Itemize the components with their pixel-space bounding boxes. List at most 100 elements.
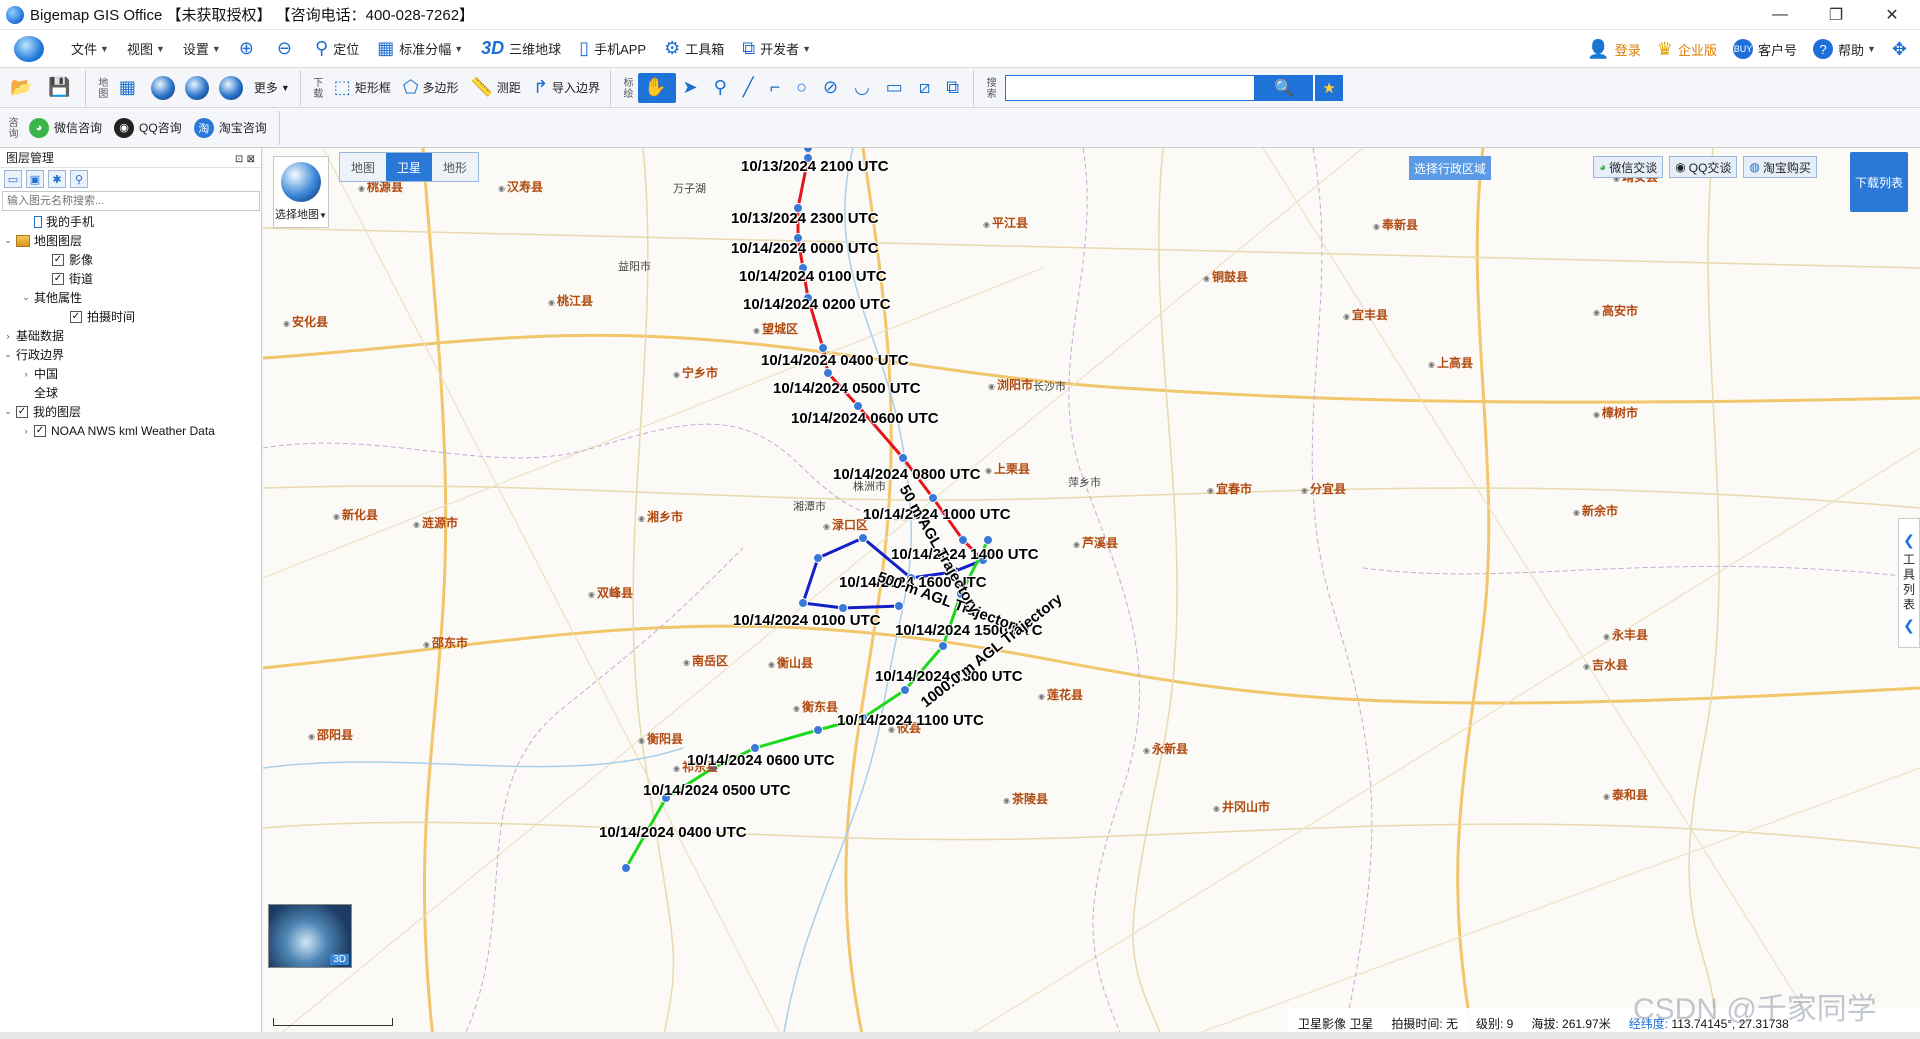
close-icon[interactable]: ⊠ <box>247 154 255 165</box>
search-layer-button[interactable]: ⚲ <box>70 170 88 188</box>
zoom-out-button[interactable]: ⊖ <box>268 30 306 68</box>
chevron-down-icon[interactable]: ⌄ <box>2 235 14 246</box>
layer-tree-item[interactable]: › 基础数据 <box>0 326 261 345</box>
zoom-in-button[interactable]: ⊕ <box>230 30 268 68</box>
layer-checkbox[interactable]: ✓ <box>16 405 28 418</box>
taobao-buy-button[interactable]: ◍ 淘宝购买 <box>1743 156 1817 178</box>
trajectory-point[interactable] <box>798 598 808 608</box>
layer-checkbox[interactable]: ✓ <box>34 424 46 437</box>
trajectory-point[interactable] <box>894 601 904 611</box>
settings-compass-button[interactable]: ✥ <box>1884 30 1920 68</box>
layer-tree-item[interactable]: › 中国 <box>0 364 261 383</box>
mobile-app-button[interactable]: ▯ 手机APP <box>570 30 655 68</box>
wechat-consult-button[interactable]: ◕ 微信咨询 <box>23 117 108 138</box>
trajectory-point[interactable] <box>621 863 631 873</box>
select-map-button[interactable]: 选择地图▼ <box>273 156 329 228</box>
eraser-button[interactable]: ⧄ <box>913 73 940 103</box>
layer-checkbox[interactable]: ✓ <box>52 253 64 266</box>
map-source-button[interactable]: ▦ <box>113 73 146 103</box>
layer-tree-item[interactable]: › ✓ NOAA NWS kml Weather Data <box>0 421 261 440</box>
enterprise-button[interactable]: ♛ 企业版 <box>1649 30 1725 68</box>
menu-view[interactable]: 视图 ▼ <box>118 30 174 68</box>
menu-settings[interactable]: 设置 ▼ <box>174 30 230 68</box>
trajectory-point[interactable] <box>803 148 813 153</box>
layer-tree-item[interactable]: ✓ 影像 <box>0 250 261 269</box>
layer-tree-item[interactable]: ⌄ ✓ 我的图层 <box>0 402 261 421</box>
polyline-button[interactable]: ⌐ <box>764 73 791 103</box>
trajectory-point[interactable] <box>813 553 823 563</box>
help-button[interactable]: ? 帮助 ▼ <box>1805 30 1884 68</box>
select-region-button[interactable]: 选择行政区域 <box>1409 156 1491 180</box>
side-tools-panel[interactable]: ❮ 工具列表 ❮ <box>1898 518 1920 648</box>
globe-icon[interactable] <box>150 75 175 100</box>
tab-map[interactable]: 地图 <box>340 153 386 181</box>
qq-chat-button[interactable]: ◉ QQ交谈 <box>1669 156 1738 178</box>
circle-button[interactable]: ○ <box>790 73 817 103</box>
wechat-chat-button[interactable]: ◕ 微信交谈 <box>1593 156 1664 178</box>
search-input[interactable] <box>1005 74 1256 101</box>
pin-icon[interactable]: ⊡ <box>235 154 243 165</box>
layer-checkbox[interactable]: ✓ <box>70 310 82 323</box>
locate-button[interactable]: ⚲ 定位 <box>306 30 368 68</box>
trajectory-point[interactable] <box>900 685 910 695</box>
globe-icon[interactable] <box>184 75 209 100</box>
trajectory-point[interactable] <box>983 535 993 545</box>
qq-consult-button[interactable]: ◉ QQ咨询 <box>108 117 188 138</box>
marker-button[interactable]: ⚲ <box>708 73 737 103</box>
standard-sheet-button[interactable]: ▦ 标准分幅 ▼ <box>368 30 472 68</box>
trajectory-point[interactable] <box>958 535 968 545</box>
line-button[interactable]: ╱ <box>737 73 764 103</box>
taobao-consult-button[interactable]: 淘淘宝咨询 <box>188 117 273 138</box>
maximize-button[interactable]: ❐ <box>1808 0 1864 30</box>
layer-search-input[interactable] <box>2 191 260 211</box>
download-list-button[interactable]: 下载列表 <box>1850 152 1908 212</box>
layer-tree-item[interactable]: 我的手机 <box>0 212 261 231</box>
tab-terrain[interactable]: 地形 <box>432 153 478 181</box>
trajectory-point[interactable] <box>898 453 908 463</box>
trajectory-point[interactable] <box>858 533 868 543</box>
layer-checkbox[interactable]: ✓ <box>52 272 64 285</box>
chevron-right-icon[interactable]: › <box>20 369 32 379</box>
open-folder-button[interactable]: ▭ <box>4 170 22 188</box>
minimize-button[interactable]: — <box>1752 0 1808 30</box>
trajectory-point[interactable] <box>928 493 938 503</box>
curve-button[interactable]: ◡ <box>848 73 880 103</box>
layer-tree-item[interactable]: 全球 <box>0 383 261 402</box>
bigemap-logo-icon[interactable] <box>14 35 44 62</box>
3d-earth-button[interactable]: 3D 三维地球 <box>472 30 570 68</box>
minimap-3d-button[interactable]: 3D <box>268 904 352 968</box>
close-button[interactable]: ✕ <box>1864 0 1920 30</box>
measure-button[interactable]: 📏 测距 <box>465 73 527 103</box>
settings-layer-button[interactable]: ✱ <box>48 170 66 188</box>
pan-hand-button[interactable]: ✋ <box>638 72 677 103</box>
polygon-select-button[interactable]: ⬠ 多边形 <box>397 73 465 103</box>
customer-button[interactable]: BUY 客户号 <box>1725 30 1805 68</box>
map-view[interactable]: 桃源县汉寿县万子湖桃江县益阳市望城区宁乡市安化县平江县铜鼓县奉新县靖安县宜丰县高… <box>263 148 1920 1039</box>
layer-tree-item[interactable]: ⌄ 行政边界 <box>0 345 261 364</box>
rectangle-button[interactable]: ▭ <box>880 73 913 103</box>
annotation-button[interactable]: ⧉ <box>940 73 969 103</box>
menu-file[interactable]: 文件 ▼ <box>62 30 118 68</box>
layer-tree-item[interactable]: ⌄ 其他属性 <box>0 288 261 307</box>
trajectory-point[interactable] <box>823 368 833 378</box>
more-button[interactable]: 更多 ▼ <box>248 73 296 103</box>
search-button[interactable]: 🔍 <box>1255 74 1314 101</box>
save-layer-button[interactable]: ▣ <box>26 170 44 188</box>
trajectory-point[interactable] <box>813 725 823 735</box>
globe-icon[interactable] <box>218 75 243 100</box>
freehand-button[interactable]: ⊘ <box>817 73 848 103</box>
chevron-down-icon[interactable]: ⌄ <box>2 406 14 417</box>
trajectory-point[interactable] <box>938 641 948 651</box>
chevron-right-icon[interactable]: › <box>20 426 32 436</box>
pointer-button[interactable]: ➤ <box>676 73 707 103</box>
open-button[interactable]: 📂 <box>4 73 42 103</box>
save-button[interactable]: 💾 <box>42 73 80 103</box>
layer-tree-item[interactable]: ✓ 街道 <box>0 269 261 288</box>
chevron-down-icon[interactable]: ⌄ <box>20 292 32 303</box>
rectangle-select-button[interactable]: ⬚ 矩形框 <box>328 73 397 103</box>
developer-button[interactable]: ⧉ 开发者 ▼ <box>733 30 820 68</box>
chevron-right-icon[interactable]: › <box>2 331 14 341</box>
tab-satellite[interactable]: 卫星 <box>386 153 432 181</box>
layer-tree-item[interactable]: ✓ 拍摄时间 <box>0 307 261 326</box>
login-button[interactable]: 👤 登录 <box>1579 30 1648 68</box>
